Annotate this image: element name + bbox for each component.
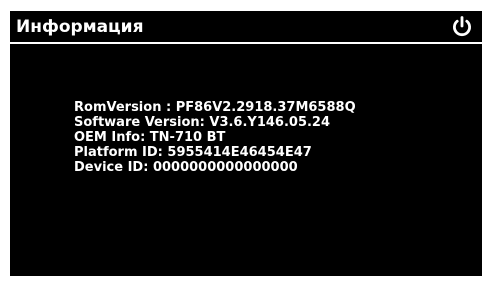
title-bar: Информация [10, 11, 482, 44]
power-button[interactable] [449, 14, 475, 40]
software-version: Software Version: V3.6.Y146.05.24 [74, 115, 331, 130]
platform-id: Platform ID: 5955414E46454E47 [74, 145, 312, 160]
device-info: RomVersion : PF86V2.2918.37M6588Q Softwa… [74, 100, 356, 175]
oem-info: OEM Info: TN-710 BT [74, 130, 226, 145]
page-title: Информация [16, 17, 144, 37]
power-icon [453, 16, 471, 37]
rom-version: RomVersion : PF86V2.2918.37M6588Q [74, 100, 356, 115]
device-id: Device ID: 0000000000000000 [74, 160, 298, 175]
device-screen: Информация RomVersion : PF86V2.2918.37M6… [10, 11, 482, 276]
